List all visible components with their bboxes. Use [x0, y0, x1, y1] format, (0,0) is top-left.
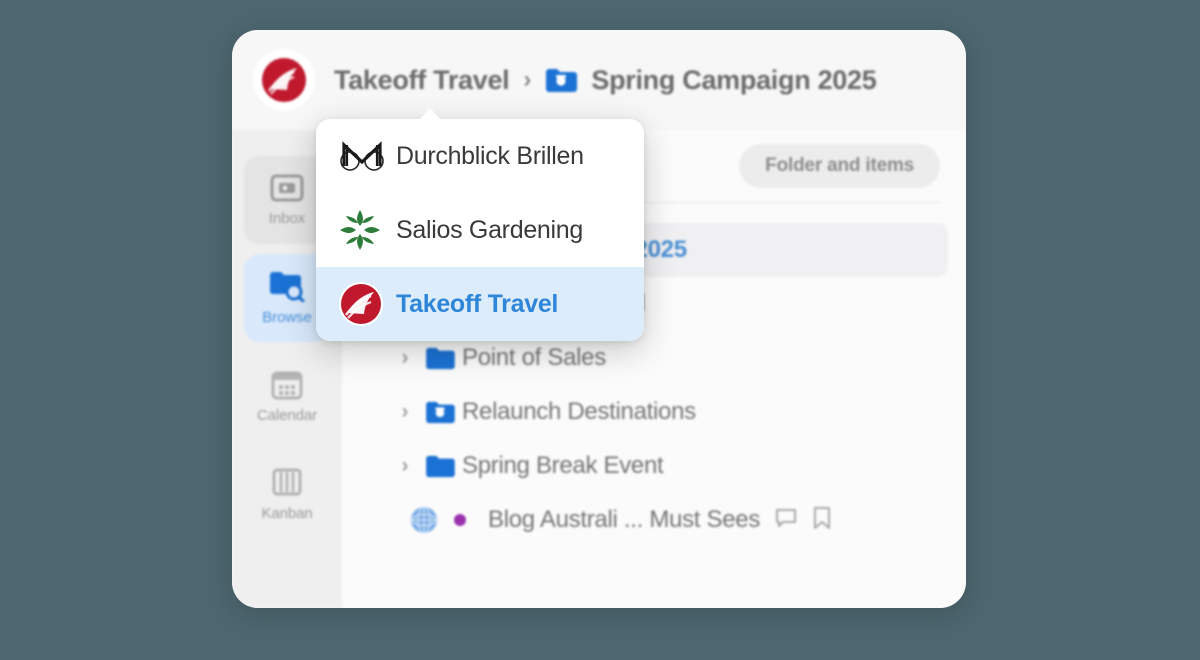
- workspace-switcher-dropdown: Durchblick Brillen Salios Gardening Take…: [316, 119, 644, 341]
- table-row[interactable]: › Spring Break Event: [358, 439, 948, 493]
- menu-item-label: Durchblick Brillen: [396, 141, 584, 170]
- bookmark-icon[interactable]: [812, 506, 832, 535]
- sidebar-item-label: Browse: [262, 309, 312, 326]
- folder-media-icon: [545, 67, 578, 93]
- chevron-right-icon[interactable]: ›: [392, 400, 418, 424]
- calendar-icon: [271, 371, 303, 400]
- sidebar-item-label: Kanban: [261, 505, 313, 522]
- screenshot-stage: Takeoff Travel › Spring Campaign 2025 In…: [0, 0, 1200, 660]
- chevron-right-icon[interactable]: ›: [392, 346, 418, 370]
- tree-row-label: Relaunch Destinations: [462, 398, 696, 425]
- globe-icon: [402, 505, 446, 535]
- takeoff-travel-logo-icon: [262, 58, 306, 102]
- tree-row-label: Spring Break Event: [462, 452, 664, 479]
- takeoff-travel-logo-icon: [338, 281, 396, 327]
- sidebar-item-calendar[interactable]: Calendar: [244, 352, 330, 440]
- table-row[interactable]: › Relaunch Destinations: [358, 385, 948, 439]
- folder-icon: [418, 454, 462, 478]
- comment-icon[interactable]: [774, 506, 798, 535]
- durchblick-brillen-logo-icon: [338, 136, 396, 176]
- list-item[interactable]: Blog Australi ... Must Sees: [358, 493, 948, 547]
- chevron-right-icon[interactable]: ›: [392, 454, 418, 478]
- tree-row-label: Point of Sales: [462, 344, 606, 371]
- sidebar-item-label: Calendar: [256, 407, 318, 424]
- folder-icon: [418, 346, 462, 370]
- sidebar-item-kanban[interactable]: Kanban: [244, 450, 330, 538]
- menu-item-takeoff-travel[interactable]: Takeoff Travel: [316, 267, 644, 341]
- breadcrumb-separator: ›: [523, 66, 532, 93]
- workspace-logo[interactable]: [256, 52, 312, 108]
- browse-icon: [270, 272, 305, 302]
- sidebar-item-label: Inbox: [268, 210, 306, 227]
- row-trailing-icons: [774, 506, 832, 535]
- scope-filter-pill[interactable]: Folder and items: [739, 144, 940, 188]
- folder-media-icon: [418, 400, 462, 424]
- salios-gardening-logo-icon: [338, 208, 396, 252]
- menu-item-label: Takeoff Travel: [396, 289, 559, 318]
- menu-item-salios-gardening[interactable]: Salios Gardening: [316, 193, 644, 267]
- menu-item-durchblick-brillen[interactable]: Durchblick Brillen: [316, 119, 644, 193]
- status-badge: [454, 514, 466, 526]
- menu-item-label: Salios Gardening: [396, 215, 583, 244]
- app-header: Takeoff Travel › Spring Campaign 2025: [232, 30, 966, 130]
- breadcrumb-workspace[interactable]: Takeoff Travel: [334, 65, 510, 96]
- breadcrumb-folder[interactable]: Spring Campaign 2025: [591, 65, 876, 96]
- kanban-icon: [272, 468, 302, 496]
- list-item-label: Blog Australi ... Must Sees: [488, 506, 761, 533]
- inbox-icon: [270, 174, 304, 202]
